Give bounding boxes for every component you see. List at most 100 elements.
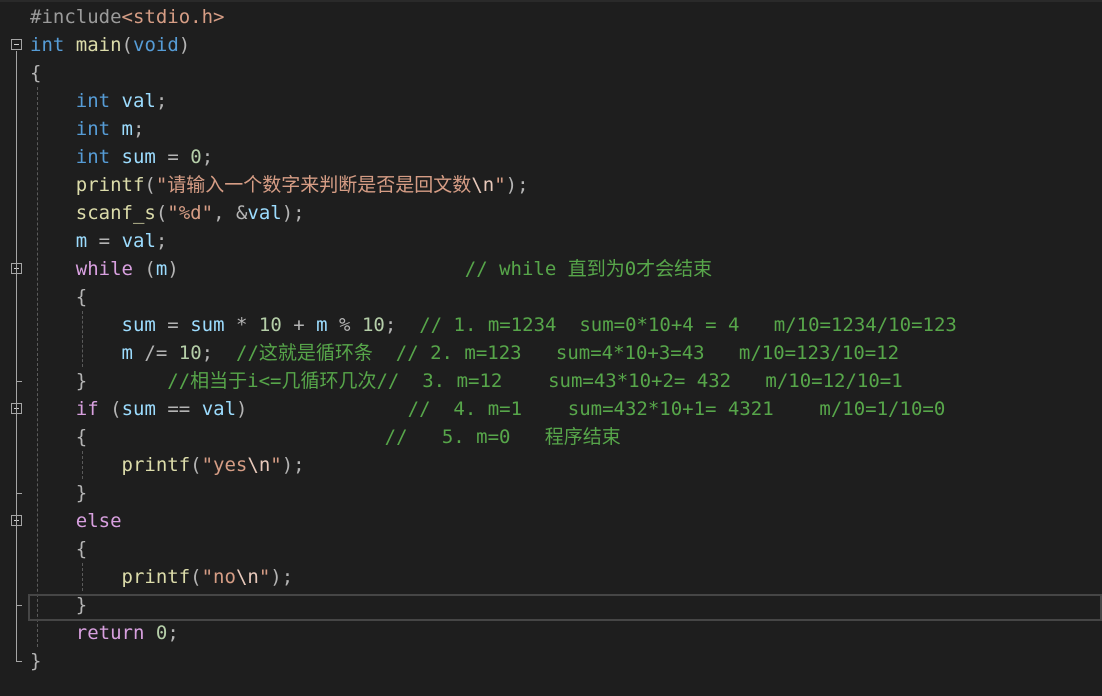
code-line[interactable]: printf("请输入一个数字来判断是否是回文数\n");: [0, 171, 1102, 199]
code-text: int sum = 0;: [30, 143, 213, 171]
code-line[interactable]: else: [0, 507, 1102, 535]
code-line[interactable]: scanf_s("%d", &val);: [0, 199, 1102, 227]
token: ): [167, 258, 179, 280]
token: +: [293, 314, 305, 336]
token: sum: [190, 314, 225, 336]
code-line[interactable]: m /= 10; //这就是循环条 // 2. m=123 sum=4*10+3…: [0, 339, 1102, 367]
token: main: [75, 34, 122, 56]
code-text: { // 5. m=0 程序结束: [30, 423, 621, 451]
fold-end-marker: [16, 493, 22, 494]
token: (: [190, 454, 202, 476]
code-line[interactable]: }: [0, 479, 1102, 507]
code-line[interactable]: if (sum == val) // 4. m=1 sum=432*10+1= …: [0, 395, 1102, 423]
code-text: return 0;: [30, 619, 179, 647]
token: sum: [121, 146, 156, 168]
current-line-highlight: [28, 594, 1102, 621]
token: ;: [155, 230, 168, 252]
token: =: [167, 314, 179, 336]
code-text: m /= 10; //这就是循环条 // 2. m=123 sum=4*10+3…: [30, 339, 900, 367]
token: ;: [155, 90, 168, 112]
token: );: [270, 566, 294, 588]
code-line[interactable]: while (m) // while 直到为0才会结束: [0, 255, 1102, 283]
token: ;: [201, 342, 214, 364]
token: {: [75, 286, 88, 308]
token: 10: [361, 314, 385, 336]
fold-rail: [16, 527, 17, 605]
code-text: }: [30, 647, 41, 675]
token: // 5. m=0 程序结束: [384, 426, 621, 448]
code-text: }: [30, 479, 87, 507]
code-text: {: [30, 535, 87, 563]
code-line[interactable]: return 0;: [0, 619, 1102, 647]
code-text: #include<stdio.h>: [30, 3, 224, 31]
code-line[interactable]: int sum = 0;: [0, 143, 1102, 171]
token: m: [121, 342, 133, 364]
code-line[interactable]: int main(void): [0, 31, 1102, 59]
code-line[interactable]: #include<stdio.h>: [0, 3, 1102, 31]
token: printf: [121, 566, 191, 588]
code-line[interactable]: sum = sum * 10 + m % 10; // 1. m=1234 su…: [0, 311, 1102, 339]
code-text: } //相当于i<=几循环几次// 3. m=12 sum=43*10+2= 4…: [30, 367, 903, 395]
token: \n: [235, 566, 259, 588]
code-line[interactable]: {: [0, 283, 1102, 311]
token: {: [75, 538, 88, 560]
code-line[interactable]: int m;: [0, 115, 1102, 143]
code-line[interactable]: }: [0, 647, 1102, 675]
code-text: while (m) // while 直到为0才会结束: [30, 255, 712, 283]
token: *: [235, 314, 248, 336]
code-line[interactable]: {: [0, 535, 1102, 563]
token: "请输入一个数字来判断是否是回文数: [155, 174, 472, 196]
code-line[interactable]: } //相当于i<=几循环几次// 3. m=12 sum=43*10+2= 4…: [0, 367, 1102, 395]
code-text: int val;: [30, 87, 168, 115]
token: printf: [75, 174, 145, 196]
code-line[interactable]: printf("yes\n");: [0, 451, 1102, 479]
code-line[interactable]: {: [0, 59, 1102, 87]
token: val: [121, 230, 156, 252]
code-line[interactable]: m = val;: [0, 227, 1102, 255]
fold-rail: [16, 275, 17, 381]
code-line[interactable]: { // 5. m=0 程序结束: [0, 423, 1102, 451]
token: sum: [121, 314, 156, 336]
indent-guide: [37, 87, 38, 647]
token: while: [75, 258, 133, 280]
token: m: [155, 258, 168, 280]
code-text: int m;: [30, 115, 145, 143]
code-text: else: [30, 507, 122, 535]
token: val: [247, 202, 282, 224]
code-editor[interactable]: #include<stdio.h> int main(void){ int val…: [0, 0, 1102, 696]
token: ;: [133, 118, 145, 140]
token: ;: [167, 622, 179, 644]
token: return: [75, 622, 145, 644]
code-text: printf("no\n");: [30, 563, 294, 591]
code-line[interactable]: int val;: [0, 87, 1102, 115]
token: /=: [144, 342, 168, 364]
token: #include: [30, 6, 122, 28]
collapse-toggle-icon[interactable]: [11, 39, 22, 50]
token: int: [75, 118, 111, 140]
code-text: printf("yes\n");: [30, 451, 305, 479]
code-line[interactable]: printf("no\n");: [0, 563, 1102, 591]
token: val: [201, 398, 237, 420]
code-text: {: [30, 283, 87, 311]
token: (: [144, 174, 156, 196]
